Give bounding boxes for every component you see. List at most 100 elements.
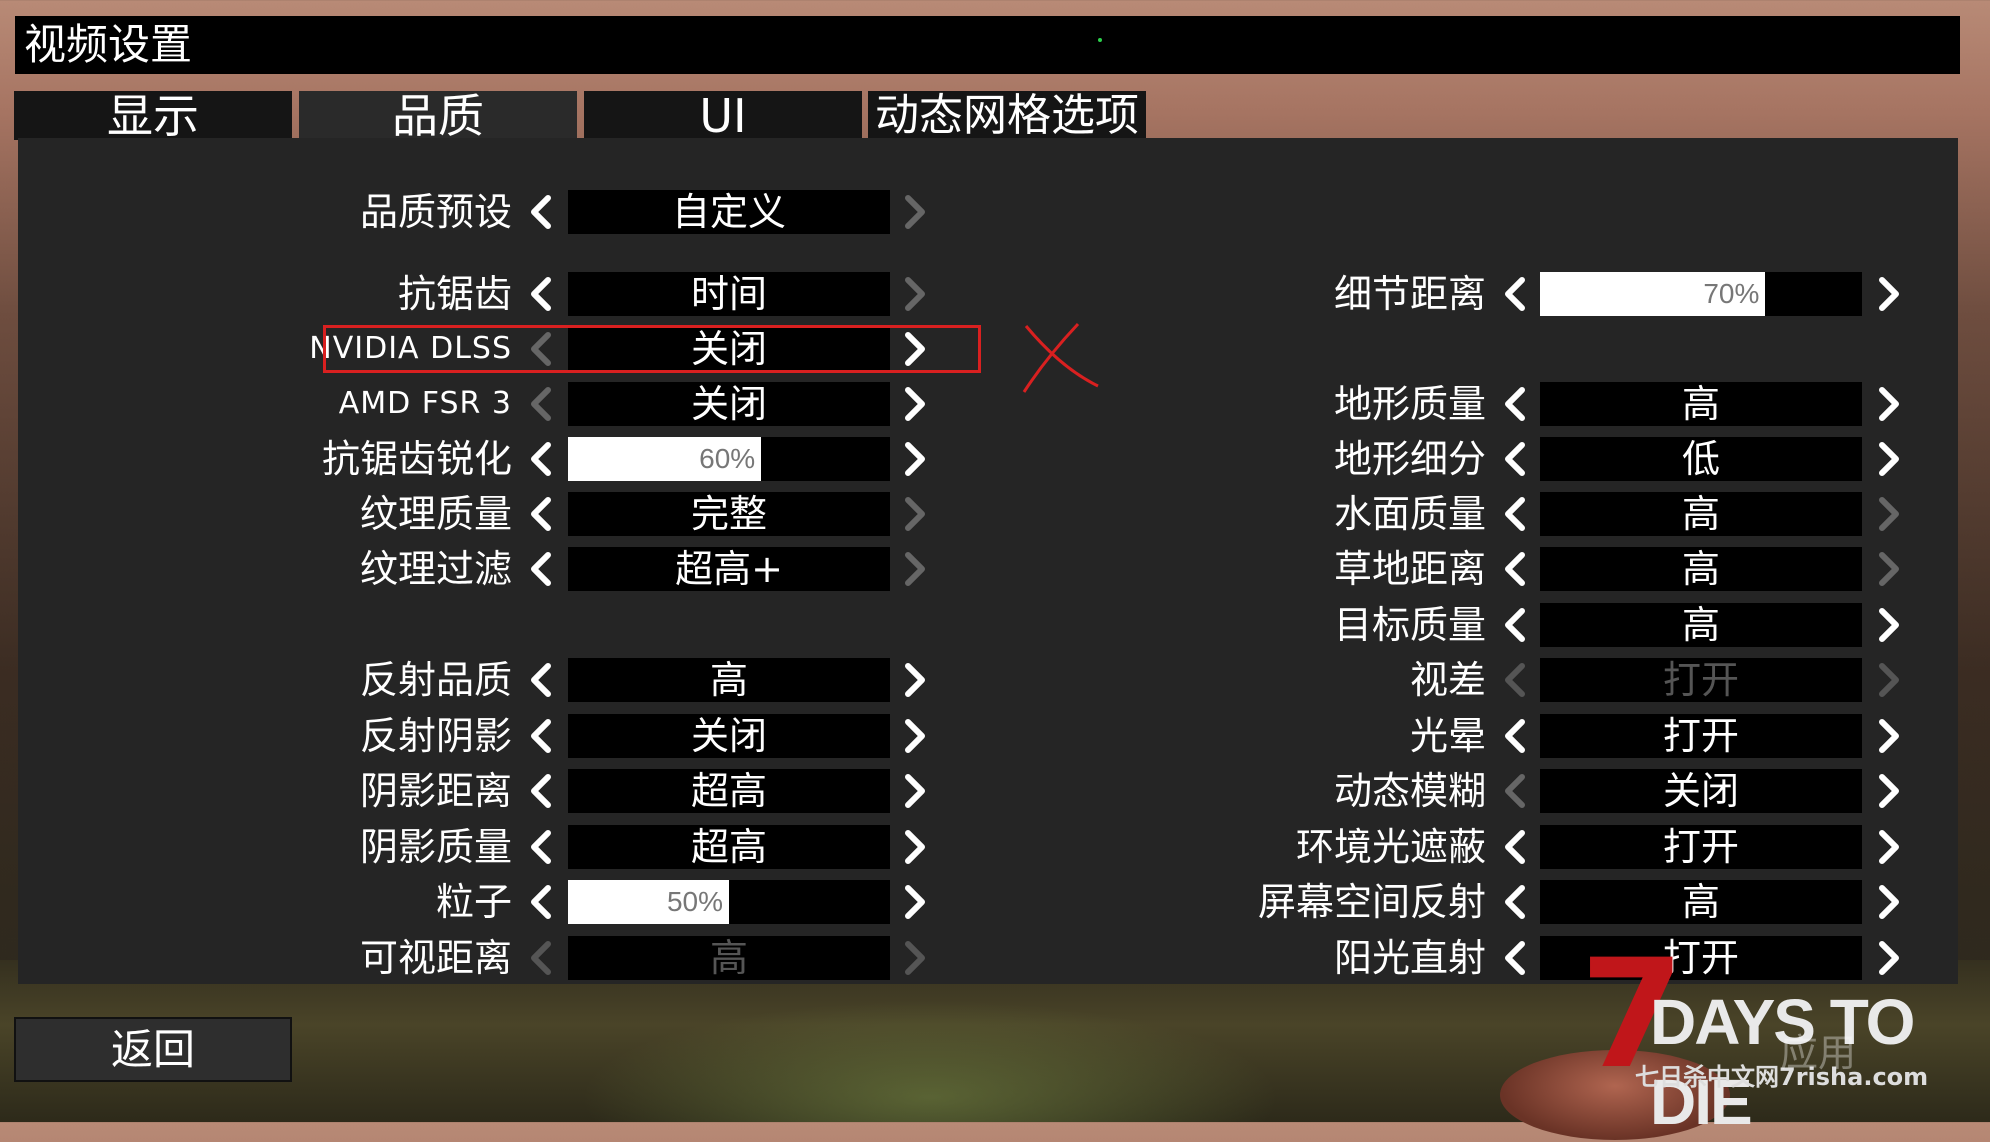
title-bar	[15, 16, 1960, 74]
chevron-left-icon[interactable]	[524, 437, 558, 481]
right-setting-label: 光晕	[1409, 714, 1486, 758]
chevron-left-icon[interactable]	[1498, 880, 1532, 924]
chevron-right-icon[interactable]	[898, 880, 932, 924]
chevron-right-icon[interactable]	[1872, 825, 1906, 869]
chevron-left-icon[interactable]	[1498, 825, 1532, 869]
left-setting-value: 关闭	[568, 714, 890, 758]
chevron-right-icon[interactable]	[1872, 547, 1906, 591]
chevron-left-icon[interactable]	[1498, 547, 1532, 591]
back-button[interactable]: 返回	[14, 1017, 292, 1082]
right-setting-value: 打开	[1540, 658, 1862, 702]
chevron-right-icon[interactable]	[898, 492, 932, 536]
slider-value: 60%	[699, 443, 756, 474]
right-setting-label: 阳光直射	[1333, 936, 1486, 980]
left-setting-value: 关闭	[568, 382, 890, 426]
right-setting-value: 低	[1540, 437, 1862, 481]
tab-quality[interactable]: 品质	[299, 91, 577, 141]
status-dot	[1098, 38, 1102, 42]
right-setting-value: 打开	[1540, 714, 1862, 758]
chevron-right-icon[interactable]	[1872, 769, 1906, 813]
left-setting-label: 反射阴影	[359, 714, 512, 758]
chevron-right-icon[interactable]	[898, 769, 932, 813]
chevron-left-icon	[524, 936, 558, 980]
right-setting-label: 地形细分	[1333, 437, 1486, 481]
chevron-left-icon[interactable]	[1498, 437, 1532, 481]
annotation-highlight-box	[323, 325, 981, 373]
right-setting-label: 视差	[1409, 658, 1486, 702]
chevron-right-icon[interactable]	[1872, 492, 1906, 536]
chevron-right-icon[interactable]	[898, 547, 932, 591]
chevron-right-icon[interactable]	[898, 658, 932, 702]
left-setting-value: 超高+	[568, 547, 890, 591]
chevron-left-icon[interactable]	[524, 825, 558, 869]
left-setting-slider: 60%	[568, 437, 890, 481]
right-setting-value: 高	[1540, 880, 1862, 924]
chevron-right-icon[interactable]	[898, 437, 932, 481]
chevron-left-icon[interactable]	[524, 492, 558, 536]
chevron-right-icon	[898, 936, 932, 980]
chevron-right-icon[interactable]	[1872, 437, 1906, 481]
right-setting-label: 细节距离	[1333, 272, 1486, 316]
right-setting-value: 高	[1540, 603, 1862, 647]
left-setting-label: AMD FSR 3	[338, 386, 512, 421]
right-setting-label: 目标质量	[1333, 603, 1486, 647]
tab-dynamic-mesh[interactable]: 动态网格选项	[868, 91, 1146, 141]
chevron-left-icon[interactable]	[1498, 382, 1532, 426]
chevron-right-icon	[1872, 658, 1906, 702]
left-setting-slider: 50%	[568, 880, 890, 924]
chevron-left-icon[interactable]	[524, 769, 558, 813]
tab-ui[interactable]: UI	[584, 91, 862, 141]
right-setting-value: 关闭	[1540, 769, 1862, 813]
right-setting-value: 高	[1540, 492, 1862, 536]
chevron-left-icon[interactable]	[524, 658, 558, 702]
left-setting-value: 高	[568, 936, 890, 980]
left-setting-value: 自定义	[568, 190, 890, 234]
left-setting-label: 抗锯齿锐化	[321, 437, 512, 481]
right-setting-slider: 70%	[1540, 272, 1862, 316]
annotation-x-mark	[1022, 322, 1099, 393]
chevron-left-icon[interactable]	[524, 880, 558, 924]
chevron-left-icon[interactable]	[1498, 769, 1532, 813]
chevron-left-icon	[1498, 658, 1532, 702]
chevron-left-icon[interactable]	[524, 714, 558, 758]
background-grass	[580, 1000, 1280, 1122]
left-setting-label: 纹理质量	[359, 492, 512, 536]
right-setting-label: 地形质量	[1333, 382, 1486, 426]
left-setting-label: 阴影质量	[359, 825, 512, 869]
chevron-left-icon[interactable]	[524, 382, 558, 426]
left-setting-label: 抗锯齿	[397, 272, 512, 316]
right-setting-label: 草地距离	[1333, 547, 1486, 591]
left-setting-value: 完整	[568, 492, 890, 536]
right-setting-label: 动态模糊	[1333, 769, 1486, 813]
slider-value: 50%	[666, 886, 723, 917]
chevron-left-icon[interactable]	[1498, 603, 1532, 647]
left-setting-label: 可视距离	[359, 936, 512, 980]
tab-display[interactable]: 显示	[14, 91, 292, 141]
chevron-right-icon[interactable]	[1872, 272, 1906, 316]
right-setting-value: 打开	[1540, 825, 1862, 869]
left-setting-value: 超高	[568, 825, 890, 869]
chevron-right-icon[interactable]	[1872, 714, 1906, 758]
chevron-right-icon[interactable]	[1872, 880, 1906, 924]
chevron-right-icon[interactable]	[898, 272, 932, 316]
chevron-right-icon[interactable]	[898, 714, 932, 758]
slider-value: 70%	[1703, 278, 1760, 309]
chevron-left-icon[interactable]	[1498, 936, 1532, 980]
right-setting-label: 屏幕空间反射	[1257, 880, 1486, 924]
chevron-left-icon[interactable]	[1498, 714, 1532, 758]
chevron-right-icon[interactable]	[898, 382, 932, 426]
chevron-right-icon[interactable]	[1872, 603, 1906, 647]
chevron-left-icon[interactable]	[1498, 492, 1532, 536]
chevron-left-icon[interactable]	[524, 547, 558, 591]
chevron-right-icon[interactable]	[898, 190, 932, 234]
left-setting-label: 纹理过滤	[359, 547, 512, 591]
chevron-left-icon[interactable]	[524, 190, 558, 234]
chevron-right-icon[interactable]	[1872, 382, 1906, 426]
chevron-left-icon[interactable]	[524, 272, 558, 316]
watermark: 应用	[1780, 1031, 1857, 1075]
chevron-left-icon[interactable]	[1498, 272, 1532, 316]
chevron-right-icon[interactable]	[898, 825, 932, 869]
left-setting-label: 品质预设	[359, 190, 512, 234]
left-setting-label: 反射品质	[359, 658, 512, 702]
right-setting-label: 环境光遮蔽	[1295, 825, 1486, 869]
